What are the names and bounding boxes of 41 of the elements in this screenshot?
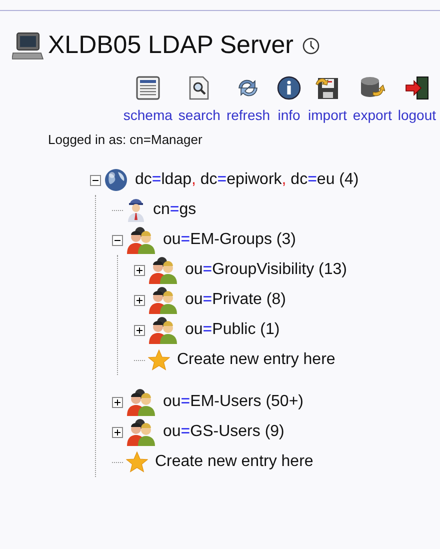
tree-entry-link[interactable]: ou=Public (1) — [185, 318, 280, 342]
group-icon — [126, 418, 156, 446]
toolbar-link[interactable]: info — [276, 74, 302, 126]
tree-entry-link[interactable]: ou=EM-Users (50+) — [163, 390, 304, 414]
toolbar-link[interactable]: logout — [398, 74, 436, 126]
toolbar-link[interactable]: import — [308, 74, 347, 126]
tree-entry-link[interactable]: ou=EM-Groups (3) — [163, 228, 296, 252]
collapse-toggle[interactable] — [90, 174, 101, 186]
clock-icon — [302, 36, 320, 55]
group-icon — [148, 286, 178, 314]
create-entry-link[interactable]: Create new entry here — [155, 450, 314, 474]
document-icon — [134, 74, 161, 100]
expand-toggle[interactable] — [134, 264, 145, 276]
user-icon — [126, 198, 146, 222]
tree-entry-link[interactable]: ou=GS-Users (9) — [163, 420, 284, 444]
computer-icon — [12, 30, 44, 61]
tree-entry-link[interactable]: ou=Private (8) — [185, 288, 286, 312]
star-icon — [148, 349, 170, 371]
group-icon — [126, 388, 156, 416]
expand-toggle[interactable] — [112, 396, 123, 408]
info-icon — [276, 74, 302, 100]
star-icon — [126, 451, 148, 473]
expand-toggle[interactable] — [134, 324, 145, 336]
create-entry-link[interactable]: Create new entry here — [177, 348, 336, 372]
exit-door-icon — [404, 74, 430, 100]
group-icon — [148, 316, 178, 344]
toolbar-link[interactable]: search — [178, 74, 220, 126]
toolbar-link[interactable]: refresh — [226, 74, 270, 126]
expand-toggle[interactable] — [112, 426, 123, 438]
page-title: XLDB05 LDAP Server — [48, 30, 294, 61]
tree-entry-link[interactable]: cn=gs — [153, 198, 196, 222]
group-icon — [148, 256, 178, 284]
login-status: Logged in as: cn=Manager — [48, 130, 204, 149]
globe-icon — [104, 168, 128, 192]
expand-toggle[interactable] — [134, 294, 145, 306]
toolbar-link[interactable]: export — [352, 74, 392, 126]
tree-entry-link[interactable]: ou=GroupVisibility (13) — [185, 258, 348, 282]
toolbar-link[interactable]: schema — [123, 74, 172, 126]
collapse-toggle[interactable] — [112, 234, 123, 246]
tree-entry-link[interactable]: dc=ldap, dc=epiwork, dc=eu (4) — [135, 168, 359, 192]
group-icon — [126, 226, 156, 254]
